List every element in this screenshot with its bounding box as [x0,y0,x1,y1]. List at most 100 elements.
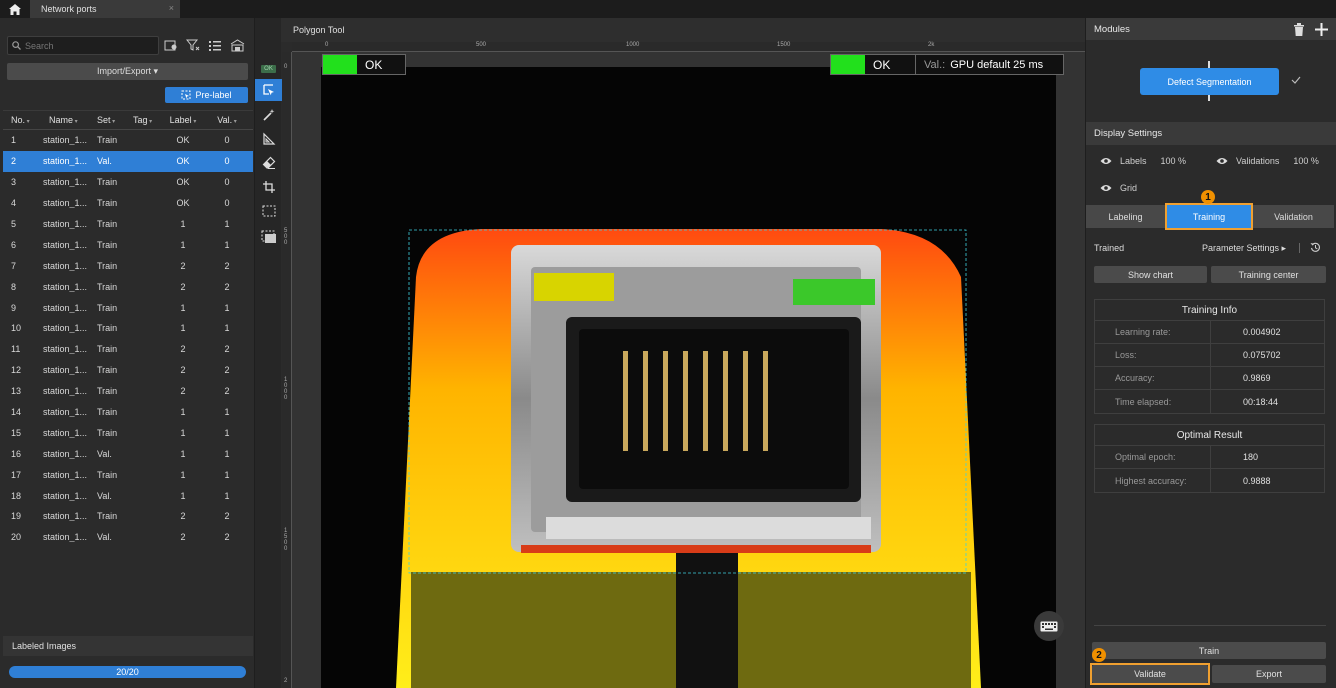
table-row[interactable]: 13 station_1... Train 2 2 [3,381,253,402]
info-value: 180 [1243,452,1259,462]
table-row[interactable]: 1 station_1... Train OK 0 [3,130,253,151]
add-module-icon[interactable] [1315,23,1328,38]
col-header-name[interactable]: Name ▾ [35,115,87,125]
table-row[interactable]: 12 station_1... Train 2 2 [3,360,253,381]
list-view-icon[interactable] [207,37,223,53]
cell-name: station_1... [43,219,87,229]
cell-no: 14 [11,407,22,418]
pre-label-button[interactable]: Pre-label [165,87,248,103]
cell-name: station_1... [43,427,87,438]
home-icon [9,3,21,15]
cell-label: 2 [180,532,186,543]
table-row[interactable]: 8 station_1... Train 2 2 [3,276,253,297]
table-row[interactable]: 6 station_1... Train 1 1 [3,234,253,255]
info-key: Optimal epoch: [1095,446,1211,468]
reset-history-icon[interactable] [1310,242,1321,255]
cell-set: Train [97,198,118,209]
table-row[interactable]: 17 station_1... Train 1 1 [3,464,253,485]
table-row[interactable]: 14 station_1... Train 1 1 [3,402,253,423]
table-row[interactable]: 5 station_1... Train 1 1 [3,214,253,235]
canvas-header: Polygon Tool [281,18,1085,42]
info-row: Learning rate: 0.004902 [1095,321,1324,344]
show-chart-button[interactable]: Show chart [1094,266,1207,283]
image-roi-tool[interactable] [255,226,282,248]
crop-icon [262,181,275,193]
cell-set: Train [97,239,118,250]
divider [1094,625,1326,626]
train-button[interactable]: Train [1092,642,1326,659]
labels-visibility-toggle[interactable]: Labels 100 % [1100,156,1186,166]
table-row[interactable]: 16 station_1... Val. 1 1 [3,443,253,464]
cell-name: station_1... [43,281,87,292]
crop-tool[interactable] [255,176,282,198]
ok-label-tool[interactable]: OK [255,58,282,80]
keyboard-shortcut-button[interactable] [1034,611,1064,641]
eraser-tool[interactable] [255,152,282,174]
col-header-val[interactable]: Val. ▾ [207,115,247,125]
cell-set: Train [97,281,118,292]
tab-labeling[interactable]: Labeling [1086,205,1165,228]
cell-no: 19 [11,511,22,522]
tab-close-icon[interactable]: × [169,3,174,13]
cell-name: station_1... [43,469,87,480]
module-defect-segmentation[interactable]: Defect Segmentation [1140,68,1279,95]
table-row[interactable]: 15 station_1... Train 1 1 [3,422,253,443]
rect-select-tool[interactable] [255,200,282,222]
cell-no: 12 [11,365,22,376]
home-button[interactable] [0,0,30,18]
polygon-tool[interactable] [255,79,282,101]
info-value: 0.9869 [1243,373,1271,383]
cell-label: 2 [180,365,186,376]
cell-set: Val. [97,156,112,167]
table-row[interactable]: 11 station_1... Train 2 2 [3,339,253,360]
image-table: No. ▾ Name ▾ Set ▾ Tag ▾ Label ▾ Val. ▾ … [3,110,253,548]
search-input[interactable] [25,40,145,51]
table-row[interactable]: 18 station_1... Val. 1 1 [3,485,253,506]
image-filter-icon[interactable] [163,37,179,53]
col-header-label[interactable]: Label ▾ [159,115,207,125]
info-row: Loss: 0.075702 [1095,344,1324,367]
col-header-no[interactable]: No. ▾ [3,115,35,125]
tab-validation[interactable]: Validation [1253,205,1334,228]
cell-set: Train [97,365,118,376]
parameter-settings-link[interactable]: Parameter Settings ▸ [1202,243,1286,254]
filter-icon[interactable] [185,37,201,53]
col-header-set[interactable]: Set ▾ [87,115,121,125]
network-port-image[interactable] [321,67,1056,688]
cell-label: 2 [180,511,186,522]
grid-visibility-toggle[interactable]: Grid [1100,183,1137,193]
cell-set: Train [97,407,118,418]
ruler-label: 0 [284,64,288,70]
modules-title: Modules [1094,23,1130,35]
cell-no: 3 [11,177,17,188]
cell-set: Train [97,135,118,146]
delete-module-icon[interactable] [1293,23,1305,38]
cell-no: 18 [11,490,22,501]
image-canvas[interactable]: OK OK Val.: GPU default 25 ms [292,52,1085,688]
table-row[interactable]: 3 station_1... Train OK 0 [3,172,253,193]
import-export-button[interactable]: Import/Export ▾ [7,63,248,80]
ruler-tool[interactable] [255,128,282,150]
table-row[interactable]: 10 station_1... Train 1 1 [3,318,253,339]
tab-network-ports[interactable]: Network ports × [30,0,180,18]
cell-val: 1 [224,469,230,480]
table-row[interactable]: 9 station_1... Train 1 1 [3,297,253,318]
search-box[interactable] [7,36,159,55]
col-header-tag[interactable]: Tag ▾ [121,115,159,125]
table-row[interactable]: 4 station_1... Train OK 0 [3,193,253,214]
export-images-icon[interactable] [229,37,245,53]
validation-info: Val.: GPU default 25 ms [915,54,1064,75]
cell-label: OK [176,177,190,188]
table-row[interactable]: 7 station_1... Train 2 2 [3,255,253,276]
cell-name: station_1... [43,448,87,459]
magic-wand-tool[interactable] [255,104,282,126]
table-row[interactable]: 19 station_1... Train 2 2 [3,506,253,527]
cell-no: 9 [11,302,17,313]
export-button[interactable]: Export [1212,665,1326,683]
validations-visibility-toggle[interactable]: Validations 100 % [1216,156,1319,166]
table-row[interactable]: 2 station_1... Val. OK 0 [3,150,253,172]
training-center-button[interactable]: Training center [1211,266,1326,283]
table-row[interactable]: 20 station_1... Val. 2 2 [3,527,253,548]
cell-set: Train [97,469,118,480]
ok-text: OK [873,57,891,72]
